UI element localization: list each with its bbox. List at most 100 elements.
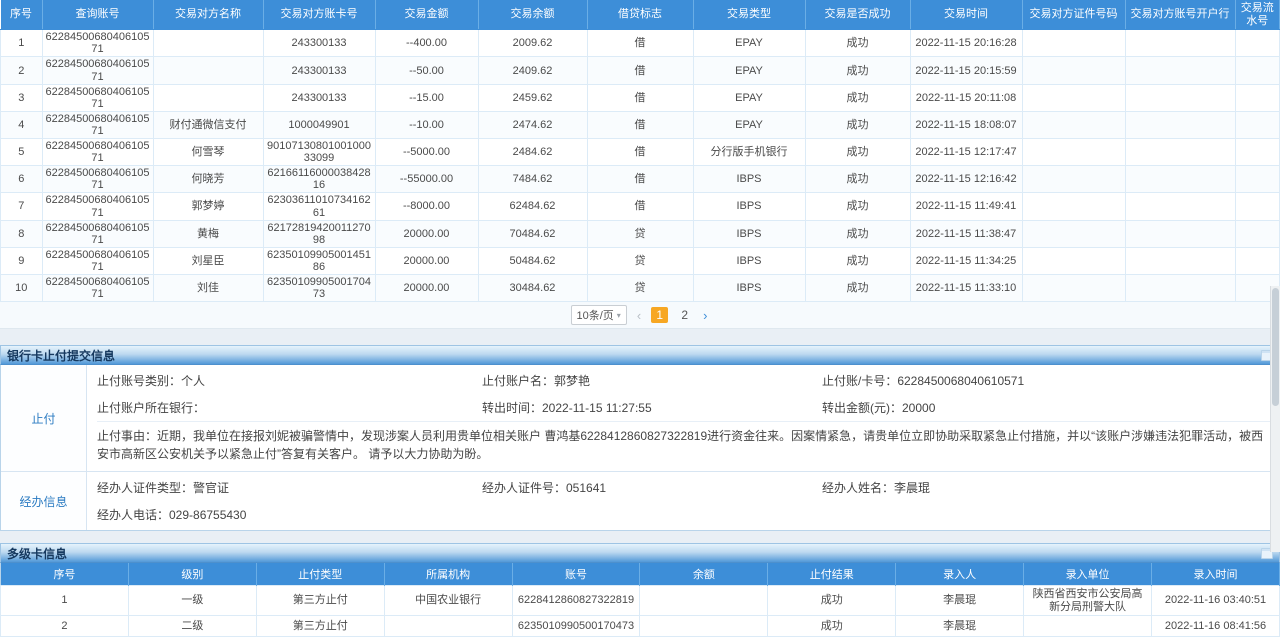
column-header: 止付结果	[768, 563, 896, 586]
table-cell: EPAY	[693, 57, 805, 84]
column-header: 录入单位	[1024, 563, 1152, 586]
table-cell: 10	[1, 274, 43, 301]
agent-info-row-content: 经办人证件类型：警官证经办人证件号：051641经办人姓名：李晨琨 经办人电话：…	[87, 472, 1279, 530]
table-row[interactable]: 106228450068040610571刘佳62350109905001704…	[1, 274, 1280, 301]
table-cell	[1235, 111, 1280, 138]
table-cell: 62484.62	[478, 193, 587, 220]
table-cell: 6228450068040610571	[42, 274, 153, 301]
table-cell: EPAY	[693, 84, 805, 111]
table-cell	[1125, 220, 1235, 247]
page-number-2[interactable]: 2	[676, 307, 693, 323]
prev-page-button[interactable]: ‹	[635, 309, 643, 322]
stop-payment-panel: 止付 止付账号类别：个人止付账户名：郭梦艳止付账/卡号：622845006804…	[0, 365, 1280, 531]
table-row[interactable]: 46228450068040610571财付通微信支付1000049901--1…	[1, 111, 1280, 138]
table-cell	[1125, 166, 1235, 193]
pagination-bar: 10条/页 ▾ ‹ 1 2 ›	[0, 302, 1280, 329]
table-cell: 成功	[805, 84, 910, 111]
agent-info-row-label: 经办信息	[1, 472, 87, 530]
table-cell: 郭梦婷	[153, 193, 263, 220]
field-row: 经办人电话：029-86755430	[97, 501, 1271, 528]
table-cell: 20000.00	[375, 220, 478, 247]
table-cell: 6228450068040610571	[42, 193, 153, 220]
table-cell: 陕西省西安市公安局高新分局刑警大队	[1024, 586, 1152, 616]
table-cell: 6228450068040610571	[42, 166, 153, 193]
table-row[interactable]: 36228450068040610571243300133--15.002459…	[1, 84, 1280, 111]
table-cell: 借	[587, 30, 693, 57]
table-row[interactable]: 96228450068040610571刘星臣62350109905001451…	[1, 247, 1280, 274]
table-cell	[1235, 30, 1280, 57]
table-cell	[1125, 247, 1235, 274]
table-cell: 20000.00	[375, 274, 478, 301]
table-cell: 贷	[587, 220, 693, 247]
info-field: 转出金额(元)：20000	[822, 399, 1271, 416]
table-cell	[1022, 30, 1125, 57]
column-header: 止付类型	[256, 563, 384, 586]
table-cell: 借	[587, 84, 693, 111]
table-row[interactable]: 26228450068040610571243300133--50.002409…	[1, 57, 1280, 84]
table-cell: 成功	[805, 30, 910, 57]
stop-payment-row-label: 止付	[1, 365, 87, 471]
table-cell	[1022, 220, 1125, 247]
table-cell: 黄梅	[153, 220, 263, 247]
info-field: 止付账户名：郭梦艳	[482, 372, 822, 389]
next-page-button[interactable]: ›	[701, 309, 709, 322]
table-cell: 2474.62	[478, 111, 587, 138]
page-number-1[interactable]: 1	[651, 307, 668, 323]
table-row[interactable]: 16228450068040610571243300133--400.00200…	[1, 30, 1280, 57]
table-cell: 1000049901	[263, 111, 375, 138]
column-header: 交易流水号	[1235, 0, 1280, 30]
table-cell: --400.00	[375, 30, 478, 57]
column-header: 借贷标志	[587, 0, 693, 30]
table-cell: EPAY	[693, 30, 805, 57]
table-cell	[384, 616, 512, 637]
table-cell: 6230361101073416261	[263, 193, 375, 220]
column-header: 交易对方名称	[153, 0, 263, 30]
column-header: 序号	[1, 563, 129, 586]
table-cell: 成功	[805, 139, 910, 166]
column-header: 级别	[128, 563, 256, 586]
table-cell: 2022-11-15 11:34:25	[910, 247, 1022, 274]
table-cell: 243300133	[263, 57, 375, 84]
table-row[interactable]: 66228450068040610571何晓芳62166116000038428…	[1, 166, 1280, 193]
table-cell: 成功	[805, 247, 910, 274]
page-size-select[interactable]: 10条/页 ▾	[571, 305, 627, 325]
table-cell: IBPS	[693, 247, 805, 274]
stop-payment-reason: 止付事由：近期，我单位在接报刘妮被骗警情中，发现涉案人员利用贵单位相关账户 曹鸿…	[97, 421, 1271, 469]
table-cell: 成功	[805, 111, 910, 138]
table-cell: 6235010990500145186	[263, 247, 375, 274]
field-row: 经办人证件类型：警官证经办人证件号：051641经办人姓名：李晨琨	[97, 474, 1271, 501]
table-cell: 2022-11-15 20:16:28	[910, 30, 1022, 57]
table-cell: 2022-11-15 12:16:42	[910, 166, 1022, 193]
table-cell: 6228450068040610571	[42, 220, 153, 247]
table-cell: 成功	[805, 57, 910, 84]
table-cell: 6228450068040610571	[42, 247, 153, 274]
table-row[interactable]: 76228450068040610571郭梦婷62303611010734162…	[1, 193, 1280, 220]
table-cell	[1125, 84, 1235, 111]
multi-card-section-title: 多级卡信息	[7, 545, 67, 562]
column-header: 序号	[1, 0, 43, 30]
info-field: 经办人证件号：051641	[482, 479, 822, 496]
table-cell	[1125, 111, 1235, 138]
table-cell: --50.00	[375, 57, 478, 84]
table-cell: 1	[1, 30, 43, 57]
table-cell: 第三方止付	[256, 616, 384, 637]
table-cell: 5	[1, 139, 43, 166]
spacer	[0, 531, 1280, 543]
table-row[interactable]: 1一级第三方止付中国农业银行6228412860827322819成功李晨琨陕西…	[1, 586, 1280, 616]
table-cell: 6228450068040610571	[42, 30, 153, 57]
table-cell: --5000.00	[375, 139, 478, 166]
table-cell: 借	[587, 111, 693, 138]
table-row[interactable]: 86228450068040610571黄梅621728194200112709…	[1, 220, 1280, 247]
table-cell: 成功	[768, 586, 896, 616]
table-cell: 6235010990500170473	[263, 274, 375, 301]
table-cell	[1235, 247, 1280, 274]
transactions-body: 16228450068040610571243300133--400.00200…	[1, 30, 1280, 302]
table-cell	[1022, 166, 1125, 193]
table-cell	[153, 57, 263, 84]
scrollbar-thumb[interactable]	[1272, 288, 1279, 406]
table-cell: 2022-11-15 12:17:47	[910, 139, 1022, 166]
vertical-scrollbar[interactable]	[1270, 286, 1280, 552]
table-row[interactable]: 56228450068040610571何雪琴90107130801001000…	[1, 139, 1280, 166]
table-cell: 6228450068040610571	[42, 111, 153, 138]
table-row[interactable]: 2二级第三方止付6235010990500170473成功李晨琨2022-11-…	[1, 616, 1280, 637]
